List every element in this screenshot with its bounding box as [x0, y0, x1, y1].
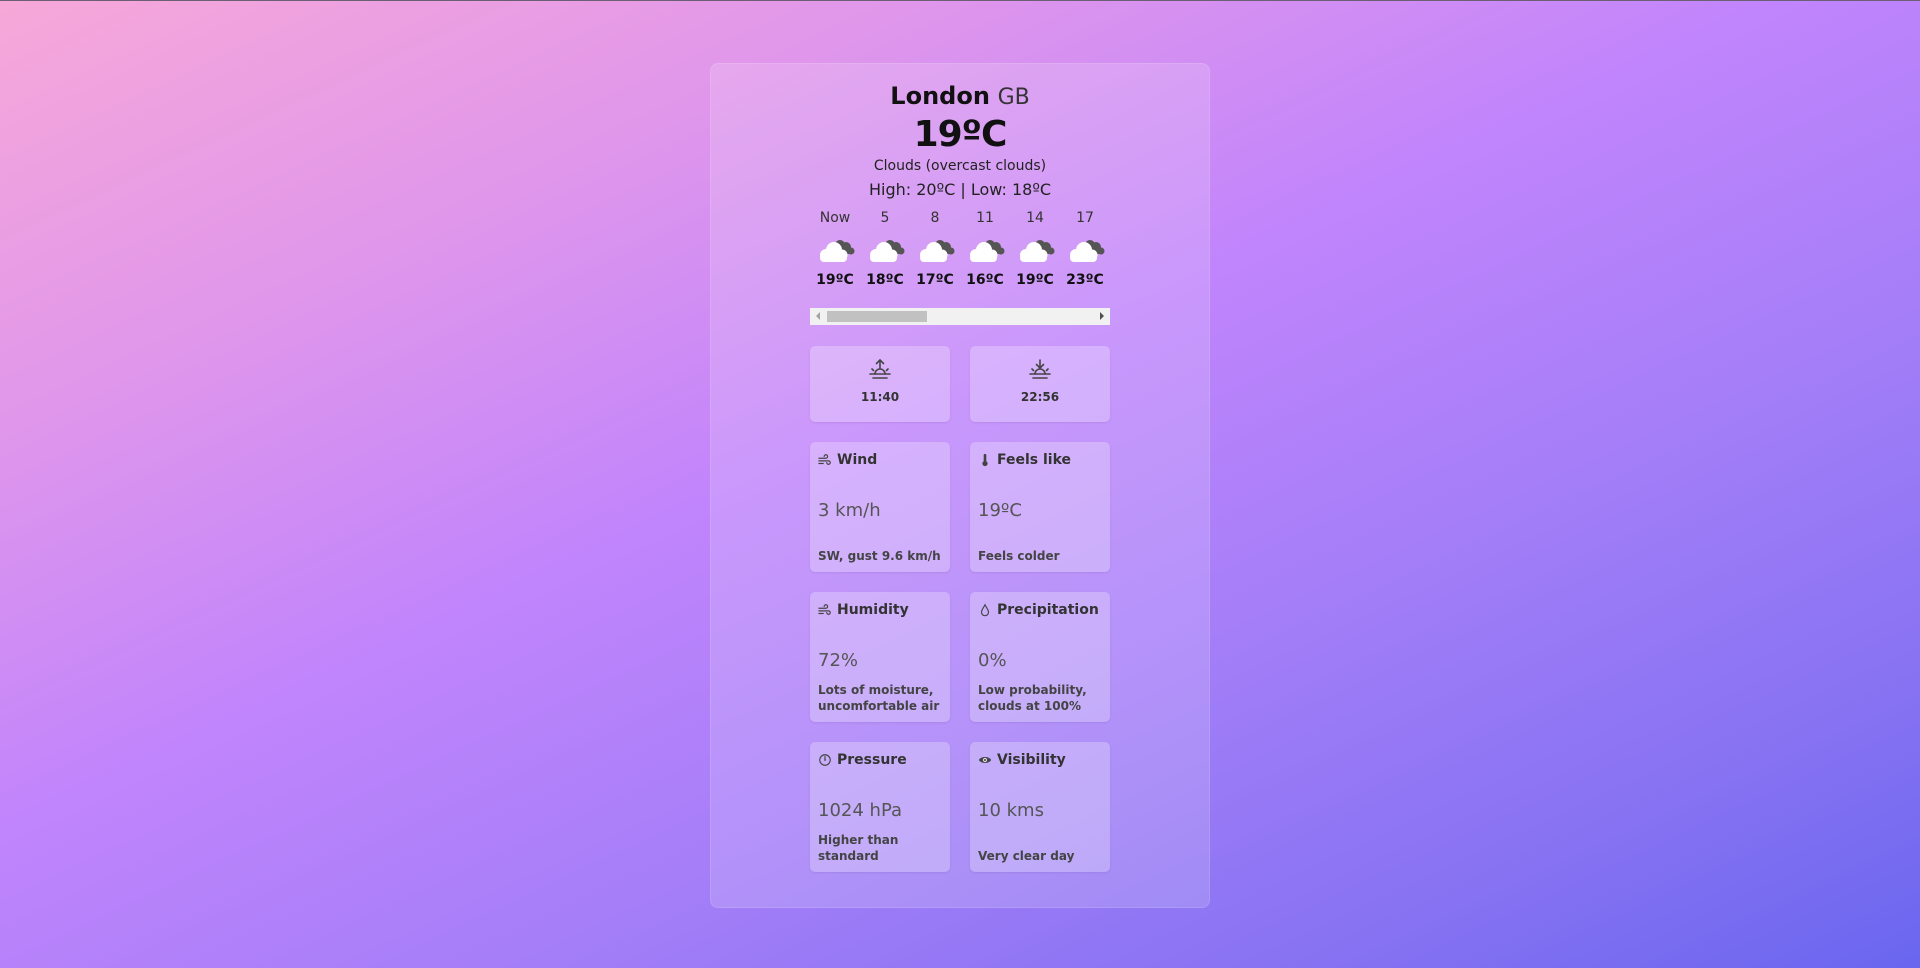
stat-title: Humidity	[818, 602, 909, 618]
pressure-label: Pressure	[837, 752, 907, 768]
hour-item: 17 23ºC	[1060, 209, 1110, 289]
pressure-tile: Pressure 1024 hPa Higher than standard	[810, 742, 950, 872]
window-top-border	[0, 0, 1920, 1]
hour-label: 17	[1076, 210, 1094, 226]
cloud-icon	[1015, 235, 1055, 267]
visibility-label: Visibility	[997, 752, 1066, 768]
weather-card: London GB 19ºC Clouds (overcast clouds) …	[710, 63, 1210, 908]
humidity-label: Humidity	[837, 602, 909, 618]
sunrise-icon	[869, 358, 891, 379]
cloud-icon	[865, 235, 905, 267]
sunset-tile: 22:56	[970, 346, 1110, 422]
hour-label: Now	[819, 210, 851, 226]
sunset-icon	[1029, 359, 1051, 379]
hour-label: 8	[930, 210, 940, 226]
stat-title: Precipitation	[978, 602, 1099, 618]
eye-icon	[978, 757, 992, 763]
hour-temp: 17ºC	[916, 272, 954, 288]
cloud-icon	[815, 235, 855, 267]
sunset-time: 22:56	[1020, 390, 1060, 404]
wind-tile: Wind 3 km/h SW, gust 9.6 km/h	[810, 442, 950, 572]
hour-item: 8 17ºC	[910, 209, 960, 289]
high-low: High: 20ºC | Low: 18ºC	[868, 180, 1052, 199]
feels-like-note: Feels colder	[978, 549, 1060, 563]
hour-label: 14	[1026, 210, 1044, 226]
sunrise-tile: 11:40	[810, 346, 950, 422]
pressure-value: 1024 hPa	[818, 800, 903, 821]
precipitation-note: Low probability, clouds at 100%	[978, 683, 1087, 713]
stat-title: Wind	[818, 452, 877, 468]
feels-like-value: 19ºC	[978, 500, 1022, 521]
wind-label: Wind	[837, 452, 878, 468]
humidity-tile: Humidity 72% Lots of moisture, uncomfort…	[810, 592, 950, 722]
cloud-icon	[915, 235, 955, 267]
hour-temp: 16ºC	[966, 272, 1004, 288]
stat-title: Visibility	[978, 752, 1066, 768]
weather-description: Clouds (overcast clouds)	[873, 158, 1047, 174]
feels-like-tile: Feels like 19ºC Feels colder	[970, 442, 1110, 572]
hourly-scrollbar[interactable]	[810, 308, 1110, 325]
hour-label: 5	[880, 210, 890, 226]
visibility-note: Very clear day	[978, 849, 1075, 863]
location: London GB	[710, 81, 1210, 113]
gauge-icon	[819, 754, 831, 766]
current-temperature: 19ºC	[913, 114, 1008, 155]
visibility-tile: Visibility 10 kms Very clear day	[970, 742, 1110, 872]
stat-title: Pressure	[818, 752, 907, 768]
hour-temp: 18ºC	[866, 272, 904, 288]
hour-temp: 19ºC	[1016, 272, 1054, 288]
wind-icon	[818, 604, 831, 615]
hour-temp: 19ºC	[816, 272, 854, 288]
wind-icon	[818, 454, 831, 465]
pressure-note: Higher than standard	[818, 833, 899, 863]
humidity-note: Lots of moisture, uncomfortable air	[818, 683, 940, 713]
hour-label: 11	[976, 210, 994, 226]
city-name: London	[890, 82, 990, 110]
hour-item: Now 19ºC	[810, 209, 860, 289]
droplet-icon	[980, 603, 990, 617]
precipitation-tile: Precipitation 0% Low probability, clouds…	[970, 592, 1110, 722]
wind-note: SW, gust 9.6 km/h	[818, 549, 941, 563]
cloud-icon	[1065, 235, 1105, 267]
hour-item: 14 19ºC	[1010, 209, 1060, 289]
cloud-icon	[965, 235, 1005, 267]
humidity-value: 72%	[818, 650, 859, 671]
stat-title: Feels like	[978, 452, 1071, 468]
sunrise-time: 11:40	[860, 390, 900, 404]
thermometer-icon	[982, 453, 988, 467]
country-code: GB	[997, 85, 1030, 110]
hour-temp: 23ºC	[1066, 272, 1104, 288]
precipitation-value: 0%	[978, 650, 1007, 671]
visibility-value: 10 kms	[978, 800, 1044, 821]
feels-like-label: Feels like	[997, 452, 1072, 468]
precipitation-label: Precipitation	[997, 602, 1099, 618]
scrollbar-thumb[interactable]	[827, 311, 927, 322]
current-weather: London GB 19ºC Clouds (overcast clouds) …	[710, 81, 1210, 200]
wind-value: 3 km/h	[818, 500, 881, 521]
hour-item: 11 16ºC	[960, 209, 1010, 289]
hour-item: 5 18ºC	[860, 209, 910, 289]
hourly-forecast[interactable]: Now 19ºC 5 18ºC 8 17ºC 11 16ºC 14 19ºC 1…	[810, 209, 1110, 289]
scroll-right-arrow-icon[interactable]	[1100, 312, 1104, 320]
scroll-left-arrow-icon[interactable]	[816, 312, 820, 320]
